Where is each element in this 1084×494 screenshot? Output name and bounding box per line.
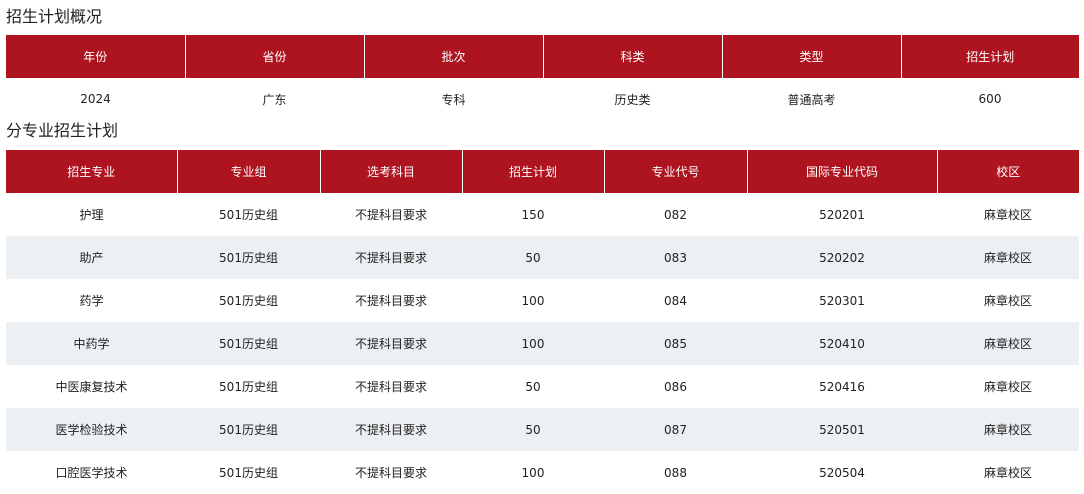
header-enrollment-plan: 招生计划 <box>461 150 604 193</box>
cell-major-group: 501历史组 <box>219 294 278 308</box>
cell-campus: 麻章校区 <box>983 208 1032 222</box>
cell-major-group: 501历史组 <box>177 408 320 451</box>
cell-national-major-code: 520501 <box>747 408 937 451</box>
header-elective-subjects: 选考科目 <box>319 150 462 193</box>
cell-enrollment-plan: 50 <box>462 236 604 279</box>
cell-national-major-code: 520504 <box>819 465 865 480</box>
overview-table: 年份 省份 批次 科类 类型 招生计划 2024 广东 专科 历史类 普通高考 … <box>6 35 1079 120</box>
table-row: 中药学 501历史组 不提科目要求 100 085 520410 麻章校区 <box>6 322 1079 365</box>
cell-major-code: 088 <box>664 465 687 480</box>
header-national-major-code: 国际专业代码 <box>746 150 937 193</box>
cell-national-major-code: 520202 <box>747 236 937 279</box>
table-row: 口腔医学技术 501历史组 不提科目要求 100 088 520504 麻章校区 <box>6 451 1079 494</box>
header-enrollment-plan: 招生计划 <box>900 35 1079 78</box>
cell-campus: 麻章校区 <box>983 380 1032 394</box>
cell-major-code: 083 <box>604 236 747 279</box>
cell-elective-subjects: 不提科目要求 <box>320 408 462 451</box>
cell-major-group: 501历史组 <box>177 236 320 279</box>
cell-subject-category: 历史类 <box>614 92 651 107</box>
cell-elective-subjects: 不提科目要求 <box>354 208 427 222</box>
header-campus: 校区 <box>936 150 1079 193</box>
overview-header-row: 年份 省份 批次 科类 类型 招生计划 <box>6 35 1079 78</box>
header-batch: 批次 <box>363 35 543 78</box>
cell-enrollment-plan: 100 <box>521 293 545 308</box>
cell-campus: 麻章校区 <box>983 466 1032 480</box>
cell-major-group: 501历史组 <box>219 208 278 222</box>
cell-enrollment-plan: 150 <box>521 207 545 222</box>
cell-major: 护理 <box>79 208 104 222</box>
header-major: 招生专业 <box>6 150 177 193</box>
cell-enrollment-plan: 600 <box>978 92 1002 106</box>
majors-header-row: 招生专业 专业组 选考科目 招生计划 专业代号 国际专业代码 校区 <box>6 150 1079 193</box>
table-row: 护理 501历史组 不提科目要求 150 082 520201 麻章校区 <box>6 193 1079 236</box>
cell-major-code: 082 <box>664 207 687 222</box>
cell-national-major-code: 520301 <box>819 293 865 308</box>
cell-elective-subjects: 不提科目要求 <box>354 294 427 308</box>
header-type: 类型 <box>721 35 901 78</box>
cell-province: 广东 <box>262 92 287 107</box>
header-subject-category: 科类 <box>542 35 722 78</box>
cell-elective-subjects: 不提科目要求 <box>320 236 462 279</box>
cell-major: 中医康复技术 <box>55 380 128 394</box>
majors-title: 分专业招生计划 <box>6 121 119 140</box>
cell-year: 2024 <box>80 92 111 106</box>
cell-major-code: 086 <box>664 379 687 394</box>
cell-major-code: 084 <box>664 293 687 308</box>
table-row: 助产 501历史组 不提科目要求 50 083 520202 麻章校区 <box>6 236 1079 279</box>
cell-national-major-code: 520416 <box>819 379 865 394</box>
cell-major-group: 501历史组 <box>177 322 320 365</box>
cell-campus: 麻章校区 <box>937 322 1079 365</box>
header-major-code: 专业代号 <box>603 150 747 193</box>
cell-elective-subjects: 不提科目要求 <box>320 322 462 365</box>
cell-campus: 麻章校区 <box>983 294 1032 308</box>
cell-campus: 麻章校区 <box>937 408 1079 451</box>
cell-national-major-code: 520201 <box>819 207 865 222</box>
overview-title: 招生计划概况 <box>6 7 103 26</box>
table-row: 2024 广东 专科 历史类 普通高考 600 <box>6 78 1079 120</box>
cell-enrollment-plan: 50 <box>462 408 604 451</box>
cell-national-major-code: 520410 <box>747 322 937 365</box>
cell-major: 医学检验技术 <box>6 408 177 451</box>
cell-major-group: 501历史组 <box>219 466 278 480</box>
cell-type: 普通高考 <box>787 92 836 107</box>
table-row: 中医康复技术 501历史组 不提科目要求 50 086 520416 麻章校区 <box>6 365 1079 408</box>
cell-enrollment-plan: 100 <box>521 465 545 480</box>
cell-major: 中药学 <box>6 322 177 365</box>
header-major-group: 专业组 <box>176 150 320 193</box>
cell-major: 助产 <box>6 236 177 279</box>
cell-enrollment-plan: 50 <box>525 379 541 394</box>
cell-batch: 专科 <box>441 92 466 107</box>
cell-major-group: 501历史组 <box>219 380 278 394</box>
header-year: 年份 <box>6 35 185 78</box>
header-province: 省份 <box>184 35 364 78</box>
cell-major: 药学 <box>79 294 104 308</box>
table-row: 药学 501历史组 不提科目要求 100 084 520301 麻章校区 <box>6 279 1079 322</box>
cell-major-code: 085 <box>604 322 747 365</box>
cell-major: 口腔医学技术 <box>55 466 128 480</box>
cell-major-code: 087 <box>604 408 747 451</box>
cell-campus: 麻章校区 <box>937 236 1079 279</box>
cell-elective-subjects: 不提科目要求 <box>354 380 427 394</box>
table-row: 医学检验技术 501历史组 不提科目要求 50 087 520501 麻章校区 <box>6 408 1079 451</box>
cell-elective-subjects: 不提科目要求 <box>354 466 427 480</box>
cell-enrollment-plan: 100 <box>462 322 604 365</box>
majors-table: 招生专业 专业组 选考科目 招生计划 专业代号 国际专业代码 校区 护理 501历… <box>6 150 1079 494</box>
